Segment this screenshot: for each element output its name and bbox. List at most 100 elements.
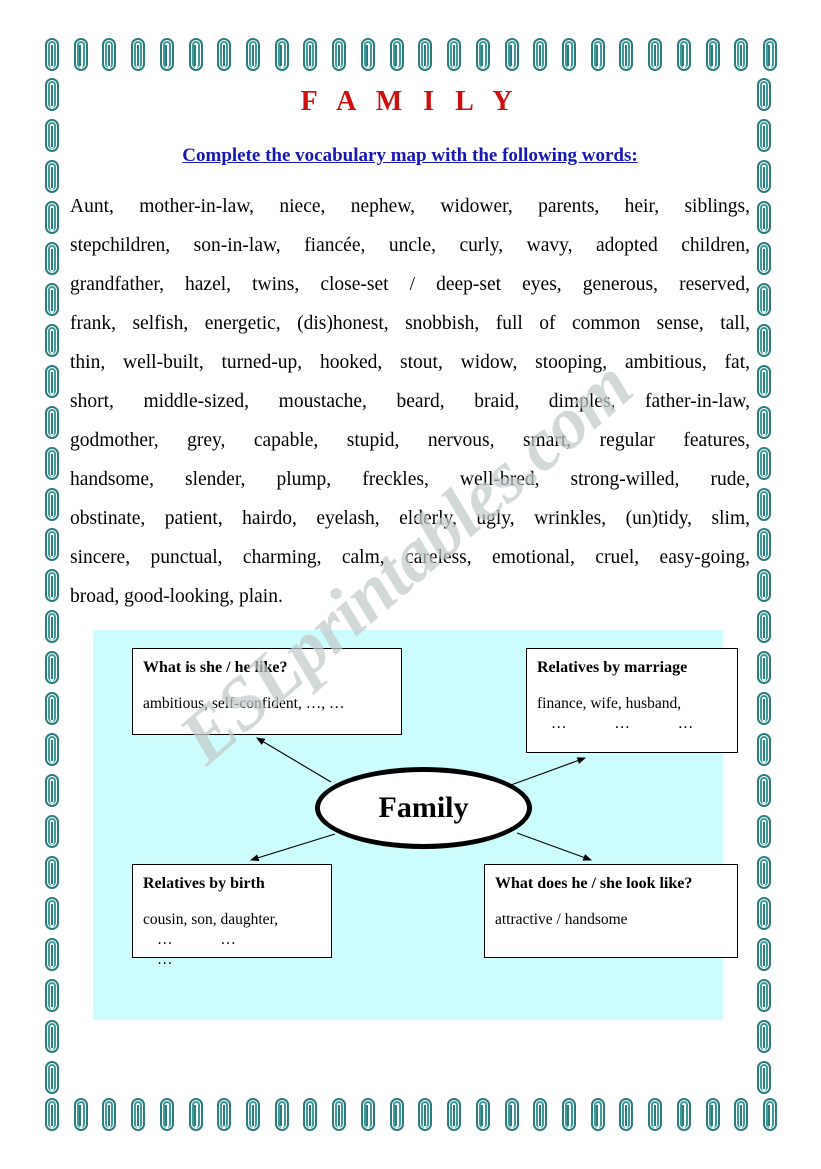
wordlist-line: short, middle-sized, moustache, beard, b… xyxy=(70,391,750,412)
paperclip-icon xyxy=(532,1098,548,1131)
paperclip-icon xyxy=(676,38,692,71)
node-birth-heading: Relatives by birth xyxy=(143,875,265,892)
wordlist-line: stepchildren, son-in-law, fiancée, uncle… xyxy=(70,235,750,256)
paperclip-icon xyxy=(44,651,60,685)
paperclip-icon xyxy=(302,1098,318,1131)
paperclip-icon xyxy=(44,487,60,521)
vocabulary-map-diagram: What is she / he like? ambitious, self-c… xyxy=(93,630,738,1020)
node-looks-heading: What does he / she look like? xyxy=(495,875,693,892)
wordlist-line: handsome, slender, plump, freckles, well… xyxy=(70,469,750,490)
paperclip-icon xyxy=(216,1098,232,1131)
paperclip-icon xyxy=(733,1098,749,1131)
paperclip-icon xyxy=(475,1098,491,1131)
paperclip-icon xyxy=(762,1098,778,1131)
paperclip-icon xyxy=(561,38,577,71)
paperclip-icon xyxy=(756,1019,772,1053)
paperclip-icon xyxy=(216,38,232,71)
paperclip-icon xyxy=(756,405,772,439)
wordlist-line: Aunt, mother-in-law, niece, nephew, wido… xyxy=(70,196,750,217)
paperclip-icon xyxy=(676,1098,692,1131)
paperclip-icon xyxy=(44,78,60,111)
paperclip-icon xyxy=(101,38,117,71)
wordlist-line: godmother, grey, capable, stupid, nervou… xyxy=(70,430,750,451)
paperclip-icon xyxy=(73,38,89,71)
node-character-heading: What is she / he like? xyxy=(143,659,288,676)
paperclip-icon xyxy=(756,856,772,890)
paperclip-icon xyxy=(188,1098,204,1131)
paperclip-icon xyxy=(417,1098,433,1131)
paperclip-icon xyxy=(44,38,60,71)
paperclip-icon xyxy=(44,774,60,808)
paperclip-icon xyxy=(756,528,772,562)
paperclip-icon xyxy=(44,978,60,1012)
paperclip-icon xyxy=(389,1098,405,1131)
paperclip-icon xyxy=(44,405,60,439)
paperclip-icon xyxy=(245,1098,261,1131)
paperclip-icon xyxy=(44,446,60,480)
paperclip-icon xyxy=(101,1098,117,1131)
paperclip-icon xyxy=(44,897,60,931)
paperclip-icon xyxy=(756,774,772,808)
paperclip-icon xyxy=(389,38,405,71)
paperclip-icon xyxy=(532,38,548,71)
paperclip-icon xyxy=(360,1098,376,1131)
paperclip-icon xyxy=(504,1098,520,1131)
wordlist-line: frank, selfish, energetic, (dis)honest, … xyxy=(70,313,750,334)
paperclip-icon xyxy=(188,38,204,71)
paperclip-icon xyxy=(590,38,606,71)
paperclip-icon xyxy=(756,692,772,726)
center-node-label: Family xyxy=(378,791,469,824)
paperclip-icon xyxy=(130,1098,146,1131)
paperclip-icon xyxy=(756,1060,772,1094)
node-looks-box[interactable]: What does he / she look like? attractive… xyxy=(484,864,738,958)
paperclip-icon xyxy=(618,1098,634,1131)
instruction-heading: Complete the vocabulary map with the fol… xyxy=(182,145,638,166)
node-character-box[interactable]: What is she / he like? ambitious, self-c… xyxy=(132,648,402,735)
paperclip-icon xyxy=(756,978,772,1012)
paperclip-icon xyxy=(44,364,60,398)
paperclip-icon xyxy=(159,38,175,71)
paperclip-icon xyxy=(756,938,772,972)
node-marriage-body: finance, wife, husband, xyxy=(537,695,682,712)
border-clips-left xyxy=(44,78,66,1094)
paperclip-icon xyxy=(130,38,146,71)
worksheet-page: F A M I L Y Complete the vocabulary map … xyxy=(0,0,821,1169)
wordlist-line: thin, well-built, turned-up, hooked, sto… xyxy=(70,352,750,373)
paperclip-icon xyxy=(647,38,663,71)
paperclip-icon xyxy=(756,897,772,931)
paperclip-icon xyxy=(756,569,772,603)
paperclip-icon xyxy=(44,610,60,644)
paperclip-icon xyxy=(618,38,634,71)
paperclip-icon xyxy=(44,1098,60,1131)
paperclip-icon xyxy=(360,38,376,71)
paperclip-icon xyxy=(245,38,261,71)
wordlist-line: sincere, punctual, charming, calm, carel… xyxy=(70,547,750,568)
paperclip-icon xyxy=(756,282,772,316)
paperclip-icon xyxy=(44,1019,60,1053)
node-marriage-blanks: … … … xyxy=(551,715,716,732)
paperclip-icon xyxy=(44,159,60,193)
paperclip-icon xyxy=(705,38,721,71)
border-clips-top xyxy=(44,38,778,72)
node-birth-box[interactable]: Relatives by birth cousin, son, daughter… xyxy=(132,864,332,968)
paperclip-icon xyxy=(331,38,347,71)
paperclip-icon xyxy=(756,651,772,685)
node-marriage-box[interactable]: Relatives by marriage finance, wife, hus… xyxy=(526,648,738,753)
paperclip-icon xyxy=(302,38,318,71)
border-clips-right xyxy=(756,78,778,1094)
paperclip-icon xyxy=(733,38,749,71)
paperclip-icon xyxy=(274,38,290,71)
page-title: F A M I L Y xyxy=(300,86,520,117)
paperclip-icon xyxy=(756,610,772,644)
paperclip-icon xyxy=(475,38,491,71)
paperclip-icon xyxy=(159,1098,175,1131)
paperclip-icon xyxy=(44,118,60,152)
paperclip-icon xyxy=(590,1098,606,1131)
paperclip-icon xyxy=(561,1098,577,1131)
paperclip-icon xyxy=(44,938,60,972)
wordlist-line: obstinate, patient, hairdo, eyelash, eld… xyxy=(70,508,750,529)
paperclip-icon xyxy=(73,1098,89,1131)
paperclip-icon xyxy=(756,364,772,398)
paperclip-icon xyxy=(756,241,772,275)
paperclip-icon xyxy=(647,1098,663,1131)
